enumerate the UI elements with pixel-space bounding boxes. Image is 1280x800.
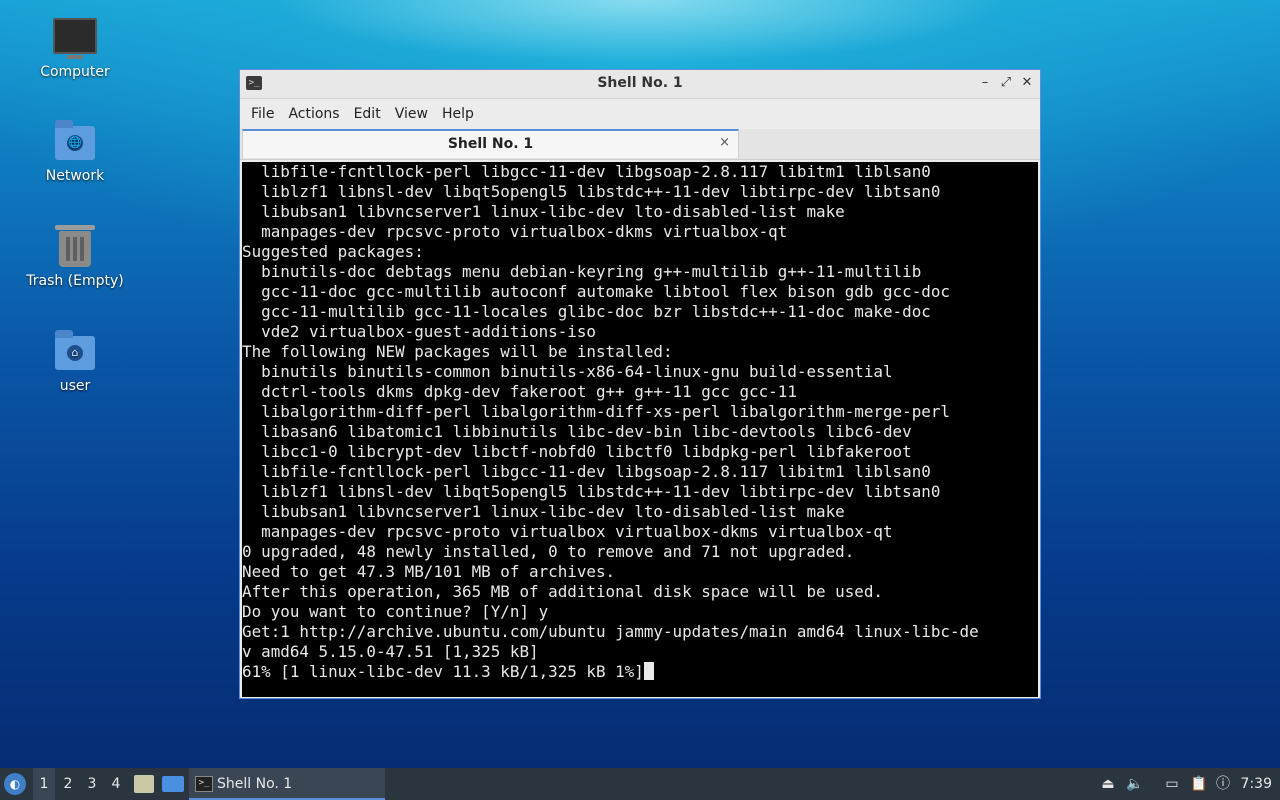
terminal-line: libalgorithm-diff-perl libalgorithm-diff…	[242, 402, 950, 421]
terminal-line: gcc-11-doc gcc-multilib autoconf automak…	[242, 282, 950, 301]
desktop-icon-trash[interactable]: Trash (Empty)	[20, 225, 130, 289]
terminal-line: 0 upgraded, 48 newly installed, 0 to rem…	[242, 542, 855, 561]
desktop-icon-label: Trash (Empty)	[26, 273, 124, 289]
menu-edit[interactable]: Edit	[347, 99, 388, 129]
workspace-4[interactable]: 4	[105, 768, 127, 800]
terminal-line: libubsan1 libvncserver1 linux-libc-dev l…	[242, 502, 845, 521]
terminal-line: libcc1-0 libcrypt-dev libctf-nobfd0 libc…	[242, 442, 912, 461]
menu-bar: File Actions Edit View Help	[240, 99, 1040, 129]
desktop-icon-computer[interactable]: Computer	[20, 18, 130, 80]
network-icon[interactable]: ▭	[1161, 768, 1183, 800]
terminal-line: 61% [1 linux-libc-dev 11.3 kB/1,325 kB 1…	[242, 662, 1038, 682]
terminal-line: Get:1 http://archive.ubuntu.com/ubuntu j…	[242, 622, 979, 641]
terminal-line: binutils binutils-common binutils-x86-64…	[242, 362, 893, 381]
terminal-line: manpages-dev rpcsvc-proto virtualbox vir…	[242, 522, 893, 541]
terminal-line: libfile-fcntllock-perl libgcc-11-dev lib…	[242, 462, 931, 481]
taskbar-task-shell[interactable]: >_ Shell No. 1	[189, 768, 385, 800]
terminal-line: Do you want to continue? [Y/n] y	[242, 602, 549, 621]
taskbar: ◐ 1 2 3 4 >_ Shell No. 1 ⏏ 🔈 ▭ 📋 ⓘ 7:39	[0, 768, 1280, 800]
minimize-button[interactable]: –	[976, 74, 994, 92]
terminal-line: v amd64 5.15.0-47.51 [1,325 kB]	[242, 642, 539, 661]
trash-icon	[55, 225, 95, 267]
desktop-icon-user[interactable]: ⌂ user	[20, 330, 130, 394]
window-titlebar[interactable]: >_ Shell No. 1 – ⤢ ✕	[240, 70, 1040, 99]
terminal-line: binutils-doc debtags menu debian-keyring…	[242, 262, 922, 281]
clipboard-icon[interactable]: 📋	[1188, 768, 1210, 800]
desktop-icon-label: user	[59, 378, 91, 394]
computer-icon	[53, 18, 97, 59]
workspace-2[interactable]: 2	[57, 768, 79, 800]
volume-icon[interactable]: 🔈	[1124, 768, 1146, 800]
terminal-line: After this operation, 365 MB of addition…	[242, 582, 883, 601]
task-label: Shell No. 1	[217, 776, 293, 792]
menu-file[interactable]: File	[244, 99, 281, 129]
tab-bar: Shell No. 1 ×	[240, 129, 1040, 160]
terminal-line: libasan6 libatomic1 libbinutils libc-dev…	[242, 422, 912, 441]
menu-help[interactable]: Help	[435, 99, 481, 129]
maximize-button[interactable]: ⤢	[997, 74, 1015, 92]
terminal-window: >_ Shell No. 1 – ⤢ ✕ File Actions Edit V…	[239, 69, 1041, 699]
clock: 7:39	[1240, 776, 1272, 792]
close-button[interactable]: ✕	[1018, 74, 1036, 92]
terminal-line: liblzf1 libnsl-dev libqt5opengl5 libstdc…	[242, 482, 941, 501]
terminal-line: Suggested packages:	[242, 242, 424, 261]
start-menu-button[interactable]: ◐	[4, 773, 26, 795]
home-folder-icon: ⌂	[55, 330, 95, 370]
tab-close-icon[interactable]: ×	[719, 135, 730, 150]
terminal-line: gcc-11-multilib gcc-11-locales glibc-doc…	[242, 302, 931, 321]
desktop-icon-label: Computer	[40, 64, 110, 80]
eject-icon[interactable]: ⏏	[1097, 768, 1119, 800]
terminal-line: The following NEW packages will be insta…	[242, 342, 673, 361]
tab-label: Shell No. 1	[447, 136, 534, 152]
terminal-line: liblzf1 libnsl-dev libqt5opengl5 libstdc…	[242, 182, 941, 201]
menu-view[interactable]: View	[388, 99, 435, 129]
terminal-line: Need to get 47.3 MB/101 MB of archives.	[242, 562, 616, 581]
desktop-icon-network[interactable]: 🌐 Network	[20, 120, 130, 184]
file-manager-icon[interactable]	[134, 775, 154, 793]
network-folder-icon: 🌐	[55, 120, 95, 160]
workspace-1[interactable]: 1	[33, 768, 55, 800]
terminal-line: vde2 virtualbox-guest-additions-iso	[242, 322, 596, 341]
terminal-line: libubsan1 libvncserver1 linux-libc-dev l…	[242, 202, 845, 221]
terminal-line: dctrl-tools dkms dpkg-dev fakeroot g++ g…	[242, 382, 797, 401]
terminal-cursor	[643, 662, 654, 680]
menu-actions[interactable]: Actions	[281, 99, 346, 129]
window-title: Shell No. 1	[597, 75, 683, 91]
notification-icon[interactable]: ⓘ	[1212, 768, 1234, 800]
desktop-icon-label: Network	[45, 168, 105, 184]
workspace-3[interactable]: 3	[81, 768, 103, 800]
terminal-line: libfile-fcntllock-perl libgcc-11-dev lib…	[242, 162, 931, 181]
show-desktop-icon[interactable]	[162, 776, 184, 792]
terminal-line: manpages-dev rpcsvc-proto virtualbox-dkm…	[242, 222, 788, 241]
tab-shell-1[interactable]: Shell No. 1 ×	[242, 129, 739, 158]
terminal-output[interactable]: libfile-fcntllock-perl libgcc-11-dev lib…	[242, 162, 1038, 697]
terminal-icon: >_	[195, 776, 213, 792]
